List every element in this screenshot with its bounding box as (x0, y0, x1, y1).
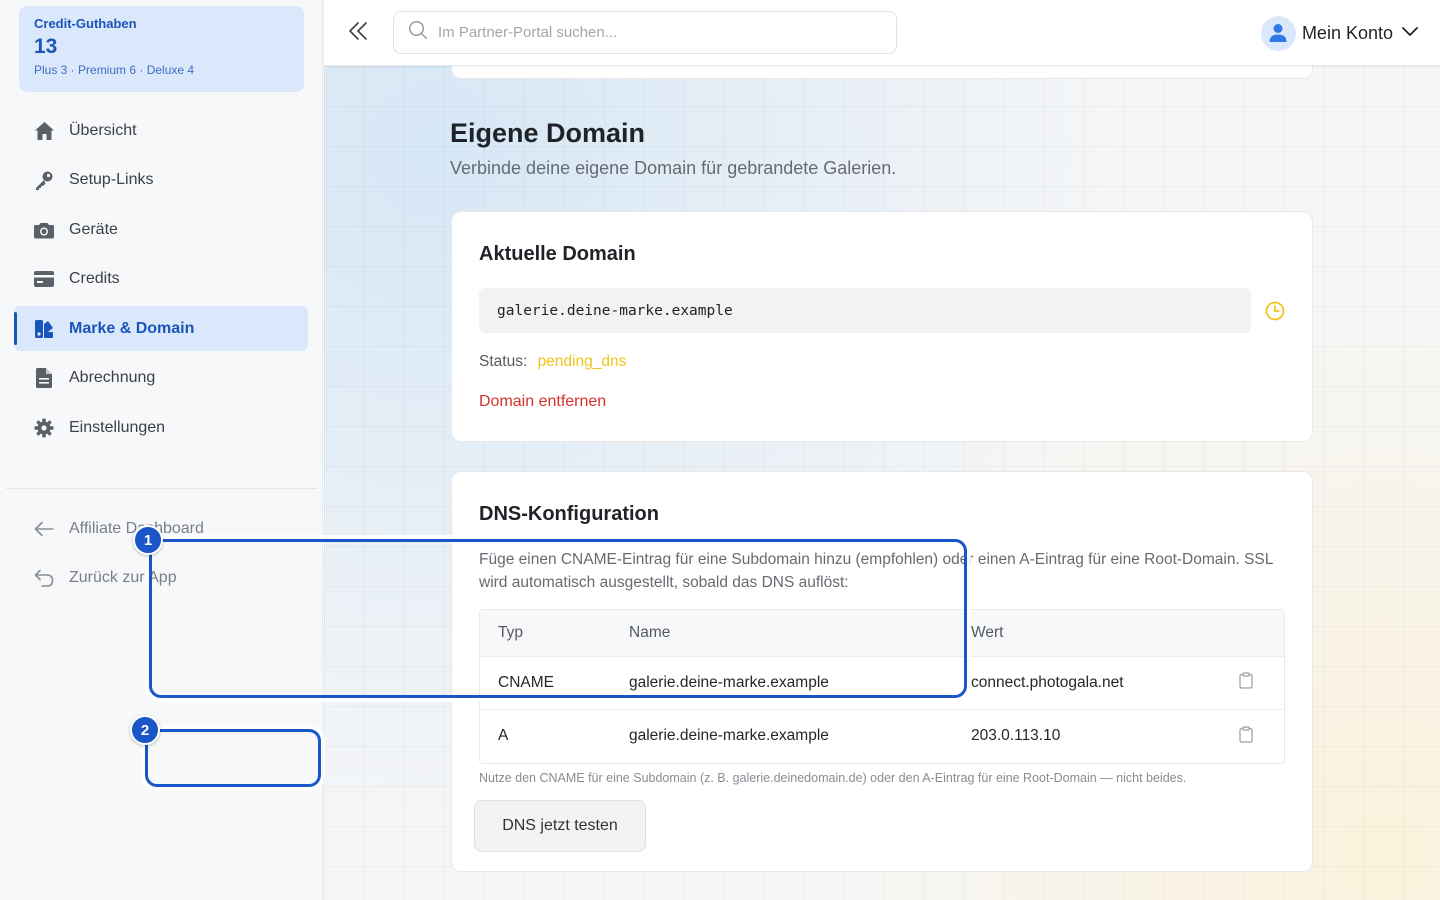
card-icon (33, 268, 55, 290)
sidebar-item-marke-domain[interactable]: Marke & Domain (14, 306, 308, 351)
sidebar-item-label: Zurück zur App (69, 569, 177, 586)
record-value: 203.0.113.10 (953, 708, 1224, 762)
account-menu[interactable]: Mein Konto (1260, 15, 1419, 51)
remove-domain-button[interactable]: Domain entfernen (479, 393, 606, 411)
table-row: A galerie.deine-marke.example 203.0.113.… (480, 708, 1284, 762)
search-bar[interactable] (393, 11, 897, 54)
brand-icon (33, 318, 55, 340)
search-input[interactable] (438, 24, 878, 41)
page-title: Eigene Domain (450, 118, 646, 148)
dns-hint: Nutze den CNAME für eine Subdomain (z. B… (479, 771, 1187, 785)
previous-card-edge (451, 66, 1313, 79)
column-header-value: Wert (953, 610, 1224, 656)
sidebar-item-label: Setup-Links (69, 171, 154, 188)
double-chevron-left-icon (347, 20, 369, 47)
collapse-sidebar-button[interactable] (344, 19, 372, 47)
sidebar-item-label: Marke & Domain (69, 319, 195, 337)
sidebar-item-label: Geräte (69, 220, 118, 238)
sidebar-divider (6, 488, 317, 489)
dns-records-table: Typ Name Wert CNAME galerie.deine-marke.… (479, 609, 1285, 764)
credit-balance-card[interactable]: Credit-Guthaben 13 Plus 3 · Premium 6 · … (19, 6, 304, 92)
test-dns-button[interactable]: DNS jetzt testen (474, 800, 646, 852)
sidebar-item-credits[interactable]: Credits (14, 257, 308, 302)
sidebar-item-label: Übersicht (69, 121, 137, 139)
user-icon (1269, 24, 1287, 42)
dns-description: Füge einen CNAME-Eintrag für eine Subdom… (479, 551, 1273, 591)
status-badge: pending_dns (537, 353, 627, 370)
undo-arrow-icon (33, 567, 55, 589)
status-row: Status: pending_dns (479, 353, 626, 371)
key-icon (33, 169, 55, 191)
chevron-down-icon (1401, 24, 1419, 42)
sidebar-item-label: Abrechnung (69, 369, 156, 386)
record-type: A (480, 708, 611, 762)
credit-breakdown: Plus 3 · Premium 6 · Deluxe 4 (34, 63, 195, 77)
sidebar-item-setup-links[interactable]: Setup-Links (14, 158, 308, 203)
copy-button[interactable] (1236, 724, 1256, 744)
column-header-actions (1224, 610, 1284, 656)
clipboard-icon (1239, 725, 1253, 743)
sidebar-item-abrechnung[interactable]: Abrechnung (14, 356, 308, 401)
clock-icon (1265, 301, 1285, 321)
camera-icon (33, 219, 55, 241)
main-content: Eigene Domain Verbinde deine eigene Doma… (324, 66, 1440, 900)
record-type: CNAME (480, 655, 611, 709)
page-subtitle: Verbinde deine eigene Domain für gebrand… (450, 158, 897, 178)
current-domain-card: Aktuelle Domain galerie.deine-marke.exam… (451, 211, 1313, 442)
sidebar: Credit-Guthaben 13 Plus 3 · Premium 6 · … (0, 0, 323, 900)
sidebar-item-geraete[interactable]: Geräte (14, 207, 308, 252)
document-icon (33, 367, 55, 389)
dns-title: DNS-Konfiguration (479, 503, 659, 525)
current-domain-title: Aktuelle Domain (479, 243, 636, 265)
step-badge-2: 2 (130, 715, 160, 745)
arrow-left-icon (33, 518, 55, 540)
avatar (1260, 15, 1296, 51)
sidebar-item-zurueck-zur-app[interactable]: Zurück zur App (14, 556, 308, 601)
column-header-type: Typ (480, 610, 611, 656)
gear-icon (33, 417, 55, 439)
table-row: CNAME galerie.deine-marke.example connec… (480, 655, 1284, 709)
record-name: galerie.deine-marke.example (611, 708, 953, 762)
sidebar-secondary-nav: Affiliate Dashboard Zurück zur App (14, 506, 308, 605)
copy-button[interactable] (1236, 671, 1256, 691)
sidebar-item-uebersicht[interactable]: Übersicht (14, 108, 308, 153)
status-label: Status: (479, 353, 528, 370)
search-icon (408, 20, 428, 45)
record-name: galerie.deine-marke.example (611, 655, 953, 709)
credit-value: 13 (34, 35, 58, 58)
step-badge-1: 1 (133, 525, 163, 555)
sidebar-item-label: Credits (69, 270, 120, 287)
account-label: Mein Konto (1301, 22, 1393, 43)
column-header-name: Name (611, 610, 953, 656)
credit-title: Credit-Guthaben (34, 16, 137, 31)
home-icon (33, 120, 55, 142)
sidebar-item-einstellungen[interactable]: Einstellungen (14, 405, 308, 450)
current-domain-value: galerie.deine-marke.example (479, 288, 1251, 333)
sidebar-nav: Übersicht Setup-Links Geräte Credits Mar… (14, 108, 308, 455)
dns-configuration-card: DNS-Konfiguration Füge einen CNAME-Eintr… (451, 471, 1313, 872)
table-header-row: Typ Name Wert (480, 610, 1284, 656)
clipboard-icon (1239, 672, 1253, 689)
topbar: Mein Konto (324, 0, 1440, 66)
record-value: connect.photogala.net (953, 655, 1224, 709)
sidebar-item-label: Einstellungen (69, 418, 166, 436)
